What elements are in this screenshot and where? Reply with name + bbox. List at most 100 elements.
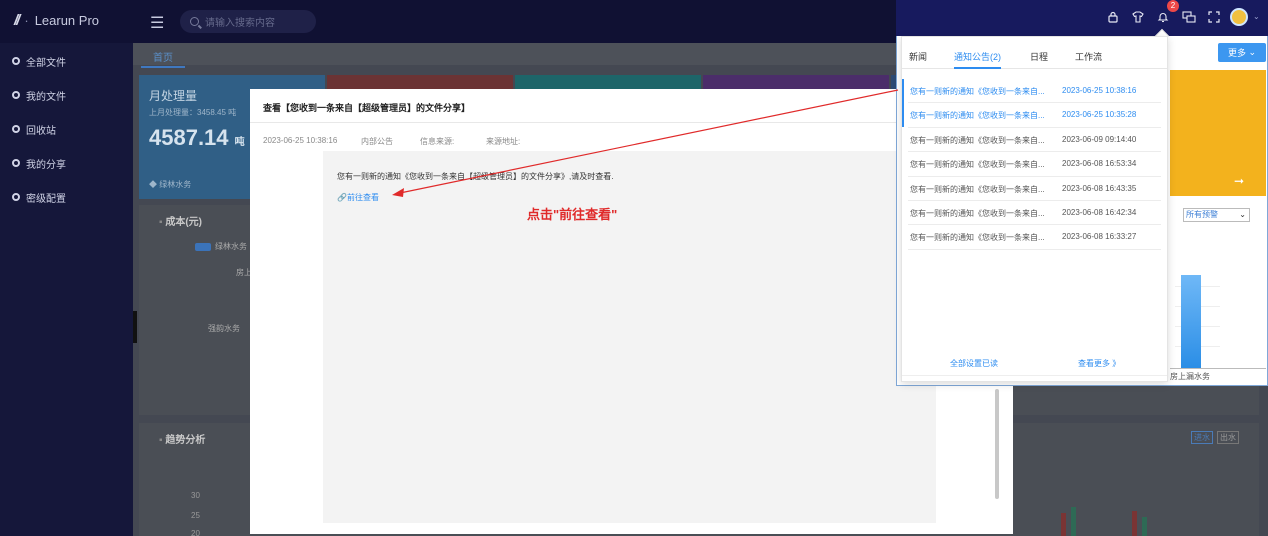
go-view-link-label: 前往查看 bbox=[346, 193, 379, 202]
logo[interactable]: // · Learun Pro bbox=[14, 12, 99, 29]
stat-card-value: 4587.14 吨 bbox=[149, 125, 245, 151]
sidebar-item-my-shares[interactable]: 我的分享 bbox=[0, 146, 133, 180]
trash-icon bbox=[12, 125, 20, 133]
notification-message: 您有一则新的通知《您收到一条来自... bbox=[910, 111, 1045, 121]
list-item[interactable]: 您有一则新的通知《您收到一条来自... 2023-06-08 16:33:27 bbox=[908, 225, 1161, 250]
bell-icon[interactable] bbox=[1157, 11, 1169, 25]
skin-icon[interactable] bbox=[1132, 11, 1144, 25]
search-input[interactable]: 请输入搜索内容 bbox=[180, 10, 316, 33]
collapse-handle[interactable] bbox=[133, 311, 137, 343]
chart-bar bbox=[1061, 513, 1066, 536]
mark-all-read-link[interactable]: 全部设置已读 bbox=[950, 358, 998, 369]
chart-bar bbox=[1181, 275, 1201, 368]
message-icon[interactable] bbox=[1182, 11, 1196, 25]
notification-list: 您有一则新的通知《您收到一条来自... 2023-06-25 10:38:16 … bbox=[902, 79, 1167, 250]
sidebar-item-security-level[interactable]: 密级配置 bbox=[0, 180, 133, 214]
more-button-label: 更多 bbox=[1227, 48, 1246, 58]
scrollbar[interactable] bbox=[995, 389, 999, 499]
notification-message: 您有一则新的通知《您收到一条来自... bbox=[910, 87, 1045, 96]
lock-icon[interactable] bbox=[1107, 11, 1119, 25]
see-more-link[interactable]: 查看更多 》 bbox=[1078, 358, 1120, 369]
stat-card-sub: 上月处理量：3458.45 吨 bbox=[149, 108, 237, 117]
list-item[interactable]: 您有一则新的通知《您收到一条来自... 2023-06-08 16:53:34 bbox=[908, 152, 1161, 177]
notice-source: 信息来源: bbox=[420, 137, 455, 146]
chart-bar bbox=[1142, 517, 1147, 536]
chart-bar bbox=[1132, 511, 1137, 536]
menu-toggle-icon[interactable]: ☰ bbox=[150, 13, 164, 33]
notification-message: 您有一则新的通知《您收到一条来自... bbox=[910, 208, 1045, 218]
annotation-hint: 点击"前往查看" bbox=[527, 207, 618, 222]
outflow-button[interactable]: 出水 bbox=[1217, 431, 1239, 444]
list-item[interactable]: 您有一则新的通知《您收到一条来自... 2023-06-08 16:42:34 bbox=[908, 201, 1161, 226]
cost-panel-title-text: 成本(元) bbox=[165, 217, 202, 228]
search-icon bbox=[190, 17, 199, 26]
more-button[interactable]: 更多 ⌄ bbox=[1218, 43, 1266, 62]
category-label: 强韵水务 bbox=[208, 324, 240, 333]
notification-time: 2023-06-08 16:53:34 bbox=[1062, 159, 1137, 169]
fullscreen-icon[interactable] bbox=[1208, 11, 1220, 25]
list-item[interactable]: 您有一则新的通知《您收到一条来自... 2023-06-09 09:14:40 bbox=[908, 128, 1161, 153]
notice-category: 内部公告 bbox=[361, 137, 393, 146]
sidebar-item-all-files[interactable]: 全部文件 bbox=[0, 44, 133, 78]
x-axis-category: 房上漏水务 bbox=[1170, 372, 1210, 381]
notification-message: 您有一则新的通知《您收到一条来自... bbox=[910, 135, 1045, 145]
warning-select-value: 所有预警 bbox=[1186, 210, 1218, 219]
notification-tabs: 新闻 通知公告(2) 日程 工作流 bbox=[902, 47, 1167, 69]
share-icon bbox=[12, 159, 20, 167]
stat-card-number: 4587.14 bbox=[149, 125, 229, 150]
settings-icon bbox=[12, 193, 20, 201]
sidebar-item-recycle-bin[interactable]: 回收站 bbox=[0, 112, 133, 146]
warning-select[interactable]: 所有预警 ⌄ bbox=[1183, 208, 1250, 222]
notice-url: 来源地址: bbox=[486, 137, 521, 146]
chevron-down-icon: ⌄ bbox=[1239, 210, 1246, 219]
notification-time: 2023-06-08 16:33:27 bbox=[1062, 232, 1137, 242]
notice-body-area: 您有一则新的通知《您收到一条来自【超级管理员】的文件分享》,请及时查看. 🔗前往… bbox=[323, 151, 936, 523]
sidebar: 全部文件 我的文件 回收站 我的分享 密级配置 bbox=[0, 43, 133, 536]
y-tick: 30 bbox=[191, 491, 200, 500]
sidebar-item-label: 回收站 bbox=[26, 125, 56, 137]
stat-card-title: 月处理量 bbox=[149, 89, 198, 103]
tab-home[interactable]: 首页 bbox=[141, 47, 185, 68]
notification-time: 2023-06-09 09:14:40 bbox=[1062, 134, 1137, 144]
notification-dropdown: 新闻 通知公告(2) 日程 工作流 您有一则新的通知《您收到一条来自... 20… bbox=[901, 36, 1168, 382]
chart-bar bbox=[1071, 507, 1076, 536]
dialog-title: 查看【您收到一条来自【超级管理员】的文件分享】 bbox=[263, 103, 471, 113]
notification-message: 您有一则新的通知《您收到一条来自... bbox=[910, 160, 1045, 170]
notification-time: 2023-06-25 10:38:16 bbox=[1062, 86, 1137, 95]
tab-workflow[interactable]: 工作流 bbox=[1075, 50, 1102, 63]
avatar[interactable] bbox=[1230, 8, 1248, 26]
legend: 绿林水务 bbox=[195, 241, 247, 252]
sidebar-item-label: 密级配置 bbox=[26, 193, 66, 205]
notice-body-text: 您有一则新的通知《您收到一条来自【超级管理员】的文件分享》,请及时查看. bbox=[337, 172, 614, 181]
x-axis bbox=[1170, 368, 1266, 369]
list-item[interactable]: 您有一则新的通知《您收到一条来自... 2023-06-25 10:35:28 bbox=[902, 103, 1161, 128]
tab-news[interactable]: 新闻 bbox=[909, 50, 927, 63]
sidebar-item-my-files[interactable]: 我的文件 bbox=[0, 78, 133, 112]
sidebar-item-label: 我的文件 bbox=[26, 91, 66, 103]
notice-datetime: 2023-06-25 10:38:16 bbox=[263, 136, 338, 145]
notification-time: 2023-06-25 10:35:28 bbox=[1062, 110, 1137, 120]
tab-notices[interactable]: 通知公告(2) bbox=[954, 50, 1001, 69]
logo-dot: · bbox=[24, 13, 29, 28]
list-item[interactable]: 您有一则新的通知《您收到一条来自... 2023-06-08 16:43:35 bbox=[908, 177, 1161, 201]
chevron-down-icon[interactable]: ⌄ bbox=[1253, 12, 1260, 21]
y-tick: 20 bbox=[191, 529, 200, 536]
search-placeholder: 请输入搜索内容 bbox=[205, 18, 275, 29]
alert-card: ➞ bbox=[1170, 70, 1266, 196]
tab-schedule[interactable]: 日程 bbox=[1030, 50, 1048, 63]
go-view-link[interactable]: 🔗前往查看 bbox=[337, 192, 379, 203]
arrow-right-icon[interactable]: ➞ bbox=[1234, 174, 1244, 188]
stat-card-unit: 吨 bbox=[234, 137, 245, 148]
notification-message: 您有一则新的通知《您收到一条来自... bbox=[910, 233, 1045, 243]
logo-text: Learun Pro bbox=[34, 13, 100, 28]
notification-badge: 2 bbox=[1167, 0, 1179, 12]
file-icon bbox=[12, 91, 20, 99]
legend-swatch bbox=[195, 242, 211, 251]
sidebar-item-label: 我的分享 bbox=[26, 159, 66, 171]
list-item[interactable]: 您有一则新的通知《您收到一条来自... 2023-06-25 10:38:16 bbox=[902, 79, 1161, 104]
inflow-button[interactable]: 进水 bbox=[1191, 431, 1213, 444]
sidebar-item-label: 全部文件 bbox=[26, 57, 66, 69]
notification-message: 您有一则新的通知《您收到一条来自... bbox=[910, 184, 1045, 194]
y-tick: 25 bbox=[191, 511, 200, 520]
chevron-down-icon: ⌄ bbox=[1248, 47, 1257, 57]
